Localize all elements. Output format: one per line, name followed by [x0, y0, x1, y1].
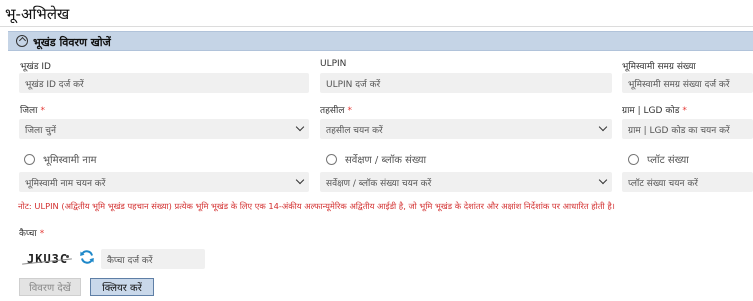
- clear-button[interactable]: क्लियर करें: [90, 278, 154, 296]
- page-title: भू-अभिलेख: [5, 5, 70, 23]
- bhumiswami-radio[interactable]: [24, 153, 35, 165]
- chevron-down-icon: [295, 175, 305, 185]
- search-panel-header[interactable]: भूखंड विवरण खोजें: [8, 31, 753, 51]
- required-mark: *: [347, 106, 352, 116]
- survey-radio-label: सर्वेक्षण / ब्लॉक संख्या: [345, 155, 427, 166]
- chevron-down-icon: [295, 122, 305, 132]
- plot-radio-option[interactable]: प्लॉट संख्या: [628, 152, 689, 166]
- chevron-down-icon: [598, 175, 608, 185]
- refresh-icon[interactable]: [79, 249, 95, 265]
- title-divider: [0, 26, 753, 27]
- required-mark: *: [682, 106, 687, 116]
- gram-select[interactable]: ग्राम | LGD कोड का चयन करें: [622, 119, 753, 139]
- panel-title: भूखंड विवरण खोजें: [33, 36, 111, 49]
- plot-radio[interactable]: [628, 153, 639, 165]
- bhumiswami-radio-label: भूमिस्वामी नाम: [43, 155, 97, 166]
- jila-placeholder: जिला चुनें: [25, 126, 57, 136]
- gram-placeholder: ग्राम | LGD कोड का चयन करें: [628, 126, 730, 136]
- bhukhand-id-input[interactable]: भूखंड ID दर्ज करें: [19, 73, 309, 93]
- gram-label-text: ग्राम | LGD कोड: [622, 106, 680, 116]
- bhukhand-id-placeholder: भूखंड ID दर्ज करें: [25, 80, 84, 90]
- bhumiswami-sankhya-label: भूमिस्वामी समग्र संख्या: [622, 62, 696, 72]
- bhumiswami-radio-option[interactable]: भूमिस्वामी नाम: [24, 152, 97, 166]
- ulpin-note: नोट: ULPIN (अद्वितीय भूमि भूखंड पहचान सं…: [18, 201, 615, 211]
- ulpin-input[interactable]: ULPIN दर्ज करें: [320, 73, 612, 93]
- bhumiswami-select-placeholder: भूमिस्वामी नाम चयन करें: [25, 179, 106, 189]
- survey-radio-option[interactable]: सर्वेक्षण / ब्लॉक संख्या: [326, 152, 426, 166]
- required-mark: *: [40, 106, 45, 116]
- tehsil-placeholder: तहसील चयन करें: [326, 126, 383, 136]
- required-mark: *: [39, 229, 45, 239]
- jila-label-text: जिला: [20, 106, 38, 116]
- plot-radio-label: प्लॉट संख्या: [647, 155, 689, 166]
- captcha-image: JKU3C: [22, 249, 74, 271]
- tehsil-select[interactable]: तहसील चयन करें: [320, 119, 612, 139]
- gram-label: ग्राम | LGD कोड *: [622, 103, 687, 116]
- bhumiswami-sankhya-input[interactable]: भूमिस्वामी समग्र संख्या दर्ज करें: [622, 73, 753, 93]
- view-details-button[interactable]: विवरण देखें: [19, 278, 81, 296]
- chevron-up-circle-icon[interactable]: [16, 35, 28, 47]
- survey-select[interactable]: सर्वेक्षण / ब्लॉक संख्या चयन करें: [320, 172, 612, 192]
- captcha-noise-dot: [66, 255, 69, 258]
- bhumiswami-sankhya-placeholder: भूमिस्वामी समग्र संख्या दर्ज करें: [628, 80, 730, 90]
- ulpin-label: ULPIN: [320, 59, 347, 69]
- jila-label: जिला *: [20, 103, 45, 116]
- jila-select[interactable]: जिला चुनें: [19, 119, 309, 139]
- chevron-down-icon: [598, 122, 608, 132]
- survey-select-placeholder: सर्वेक्षण / ब्लॉक संख्या चयन करें: [326, 179, 432, 189]
- bhukhand-id-label: भूखंड ID: [20, 62, 51, 72]
- plot-input[interactable]: प्लॉट संख्या चयन करें: [622, 172, 753, 192]
- captcha-placeholder: कैप्चा दर्ज करें: [107, 256, 153, 266]
- captcha-label: कैप्चा *: [19, 226, 44, 239]
- bhumiswami-select[interactable]: भूमिस्वामी नाम चयन करें: [19, 172, 309, 192]
- survey-radio[interactable]: [326, 153, 337, 165]
- ulpin-placeholder: ULPIN दर्ज करें: [326, 80, 381, 90]
- plot-input-placeholder: प्लॉट संख्या चयन करें: [628, 179, 698, 189]
- tehsil-label: तहसील *: [320, 103, 352, 116]
- captcha-label-text: कैप्चा: [19, 229, 37, 239]
- captcha-input[interactable]: कैप्चा दर्ज करें: [101, 249, 205, 269]
- tehsil-label-text: तहसील: [320, 106, 345, 116]
